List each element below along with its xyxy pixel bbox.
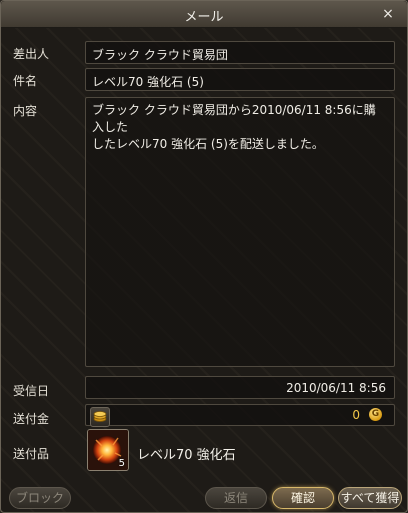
confirm-button[interactable]: 確認 [272, 487, 334, 509]
sender-value: ブラック クラウド貿易団 [92, 48, 228, 62]
subject-field: レベル70 強化石 (5) [85, 68, 395, 91]
attachment-slot[interactable]: 5 [87, 429, 129, 471]
money-field: 0 G [85, 404, 395, 427]
reply-button[interactable]: 返信 [205, 487, 267, 509]
sender-label: 差出人 [13, 47, 50, 61]
block-button[interactable]: ブロック [9, 487, 71, 509]
content-text: ブラック クラウド貿易団から2010/06/11 8:56に購入した したレベル… [92, 103, 376, 151]
money-bag-icon [90, 407, 110, 427]
attachment-name: レベル70 強化石 [137, 448, 236, 463]
received-date: 2010/06/11 8:56 [286, 381, 386, 395]
content-area[interactable]: ブラック クラウド貿易団から2010/06/11 8:56に購入した したレベル… [85, 97, 395, 367]
received-label: 受信日 [13, 384, 50, 398]
take-all-button[interactable]: すべて獲得 [338, 487, 402, 509]
sender-field: ブラック クラウド貿易団 [85, 41, 395, 64]
received-field: 2010/06/11 8:56 [85, 376, 395, 399]
subject-label: 件名 [13, 74, 38, 88]
gold-coin-icon: G [369, 408, 382, 421]
title-bar[interactable]: メール × [1, 1, 407, 28]
window-title: メール [184, 10, 224, 25]
money-label: 送付金 [13, 412, 50, 426]
close-icon: × [382, 6, 394, 22]
mail-window: メール × 差出人 ブラック クラウド貿易団 件名 レベル70 強化石 (5) … [0, 0, 408, 513]
content-label: 内容 [13, 104, 38, 118]
subject-value: レベル70 強化石 (5) [92, 75, 204, 89]
money-amount: 0 [352, 408, 360, 422]
items-label: 送付品 [13, 447, 50, 461]
item-count: 5 [118, 458, 125, 469]
coin-stack-icon [93, 411, 107, 422]
close-button[interactable]: × [379, 5, 397, 23]
